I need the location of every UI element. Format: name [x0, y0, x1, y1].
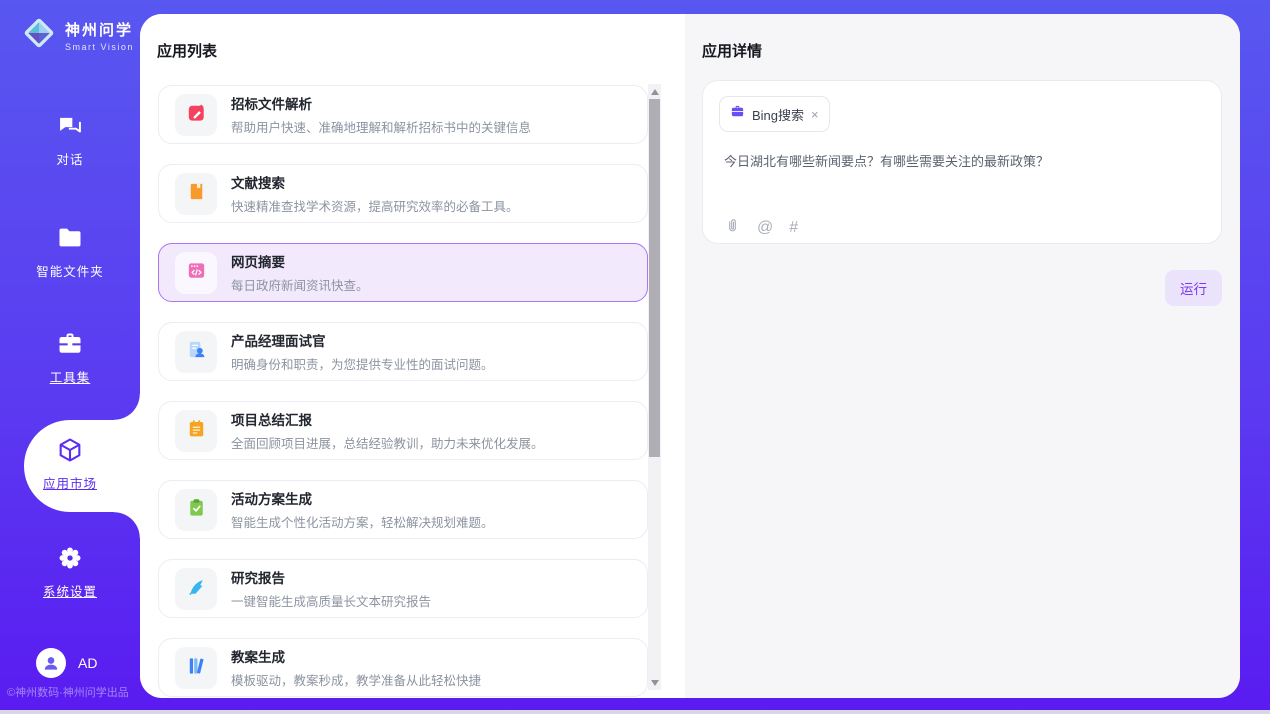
literature-book-icon [185, 180, 208, 208]
app-detail-title: 应用详情 [702, 40, 762, 61]
app-desc: 明确身份和职责，为您提供专业性的面试问题。 [231, 354, 494, 373]
brand-logo: 神州问学 Smart Vision [20, 14, 134, 57]
app-card[interactable]: 活动方案生成 智能生成个性化活动方案，轻松解决规划难题。 [158, 480, 648, 539]
close-icon[interactable]: × [811, 108, 819, 121]
app-name: 产品经理面试官 [231, 330, 494, 350]
lesson-plan-icon [185, 654, 208, 682]
scroll-down-arrow[interactable] [648, 676, 661, 689]
sidebar-item-settings[interactable]: 系统设置 [0, 544, 140, 600]
sidebar-item-label: 应用市场 [0, 473, 140, 492]
paperclip-icon[interactable] [724, 217, 741, 239]
main-content: 应用列表 招标文件解析 帮助用户快速、准确地理解和解析招标书中的关键信息 文献搜… [140, 14, 1240, 698]
app-name: 招标文件解析 [231, 93, 531, 113]
app-card[interactable]: 网页摘要 每日政府新闻资讯快查。 [158, 243, 648, 302]
app-desc: 全面回顾项目进展，总结经验教训，助力未来优化发展。 [231, 433, 544, 452]
app-detail-panel: 应用详情 Bing搜索 × 今日湖北有哪些新闻要点？有哪些需要关注的最新政策？ [685, 14, 1240, 698]
app-desc: 帮助用户快速、准确地理解和解析招标书中的关键信息 [231, 117, 531, 136]
run-button[interactable]: 运行 [1165, 270, 1222, 306]
sidebar-item-label: 系统设置 [0, 581, 140, 600]
user-account[interactable]: AD [36, 648, 97, 678]
app-card[interactable]: 招标文件解析 帮助用户快速、准确地理解和解析招标书中的关键信息 [158, 85, 648, 144]
bid-edit-icon [185, 101, 208, 129]
sidebar-item-label: 对话 [0, 149, 140, 168]
app-name: 研究报告 [231, 567, 431, 587]
user-name: AD [78, 655, 97, 671]
chat-icon [56, 112, 84, 140]
toolbox-icon [56, 330, 84, 358]
bottom-strip [0, 710, 1270, 714]
sidebar-footer-text: ©神州数码·神州问学出品 [7, 684, 129, 700]
tool-chip-label: Bing搜索 [752, 105, 804, 124]
scrollbar[interactable] [648, 84, 661, 690]
app-desc: 智能生成个性化活动方案，轻松解决规划难题。 [231, 512, 494, 531]
sidebar-item-app-market[interactable]: 应用市场 [0, 436, 140, 492]
app-desc: 一键智能生成高质量长文本研究报告 [231, 591, 431, 610]
prompt-card: Bing搜索 × 今日湖北有哪些新闻要点？有哪些需要关注的最新政策？ @ # [702, 80, 1222, 244]
app-desc: 每日政府新闻资讯快查。 [231, 275, 369, 294]
at-icon[interactable]: @ [757, 219, 773, 237]
interviewer-icon [185, 338, 208, 366]
cube-icon [56, 436, 84, 464]
scroll-up-arrow[interactable] [648, 85, 661, 98]
brand-name: 神州问学 [65, 22, 133, 39]
app-name: 教案生成 [231, 646, 481, 666]
briefcase-icon [730, 104, 745, 124]
app-card[interactable]: 文献搜索 快速精准查找学术资源，提高研究效率的必备工具。 [158, 164, 648, 223]
app-desc: 快速精准查找学术资源，提高研究效率的必备工具。 [231, 196, 519, 215]
research-report-icon [185, 575, 208, 603]
app-name: 活动方案生成 [231, 488, 494, 508]
webpage-code-icon [185, 259, 208, 287]
sidebar-item-label: 工具集 [0, 367, 140, 386]
app-card[interactable]: 产品经理面试官 明确身份和职责，为您提供专业性的面试问题。 [158, 322, 648, 381]
brand-subtitle: Smart Vision [65, 42, 134, 52]
gear-icon [56, 544, 84, 572]
person-avatar-icon [36, 648, 66, 678]
sidebar-item-smart-folder[interactable]: 智能文件夹 [0, 224, 140, 280]
app-name: 项目总结汇报 [231, 409, 544, 429]
app-name: 网页摘要 [231, 251, 369, 271]
summary-note-icon [185, 417, 208, 445]
hash-icon[interactable]: # [789, 219, 798, 237]
app-list-title: 应用列表 [157, 40, 217, 61]
sidebar: 神州问学 Smart Vision 对话 智能文件夹 [0, 0, 140, 710]
app-card[interactable]: 研究报告 一键智能生成高质量长文本研究报告 [158, 559, 648, 618]
composer-toolbar: @ # [724, 217, 798, 239]
folder-icon [56, 224, 84, 252]
app-desc: 模板驱动，教案秒成，教学准备从此轻松快捷 [231, 670, 481, 689]
app-list: 招标文件解析 帮助用户快速、准确地理解和解析招标书中的关键信息 文献搜索 快速精… [158, 85, 648, 698]
query-text[interactable]: 今日湖北有哪些新闻要点？有哪些需要关注的最新政策？ [724, 151, 1201, 170]
app-name: 文献搜索 [231, 172, 519, 192]
app-list-panel: 应用列表 招标文件解析 帮助用户快速、准确地理解和解析招标书中的关键信息 文献搜… [140, 14, 685, 698]
sidebar-item-toolset[interactable]: 工具集 [0, 330, 140, 386]
diamond-logo-icon [20, 14, 58, 57]
sidebar-item-chat[interactable]: 对话 [0, 112, 140, 168]
app-card[interactable]: 项目总结汇报 全面回顾项目进展，总结经验教训，助力未来优化发展。 [158, 401, 648, 460]
app-card[interactable]: 教案生成 模板驱动，教案秒成，教学准备从此轻松快捷 [158, 638, 648, 697]
tool-chip-bing-search[interactable]: Bing搜索 × [719, 96, 830, 132]
activity-plan-icon [185, 496, 208, 524]
sidebar-item-label: 智能文件夹 [0, 261, 140, 280]
scroll-thumb[interactable] [649, 99, 660, 457]
